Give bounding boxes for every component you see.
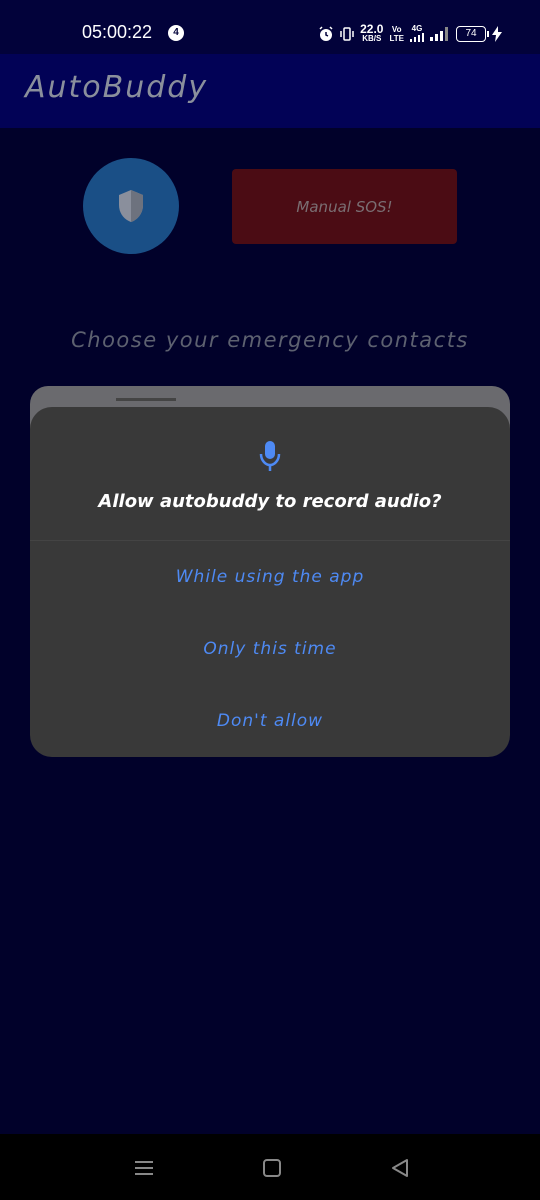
status-bar: 05:00:22 4 22.0 KB/S Vo LTE 4G 74 [0, 0, 540, 54]
back-icon[interactable] [388, 1156, 412, 1180]
volte-bottom: LTE [389, 34, 404, 43]
alarm-icon [319, 26, 333, 41]
only-this-time-button[interactable]: Only this time [30, 619, 510, 679]
dialog-title: Allow autobuddy to record audio? [98, 491, 442, 512]
shield-button[interactable] [83, 158, 179, 254]
vibrate-icon [340, 27, 354, 41]
while-using-app-button[interactable]: While using the app [30, 547, 510, 607]
shield-icon [119, 190, 143, 222]
dont-allow-button[interactable]: Don't allow [30, 691, 510, 751]
status-time: 05:00:22 [82, 22, 153, 42]
permission-dialog: Allow autobuddy to record audio? While u… [30, 407, 510, 757]
network-speed-unit: KB/S [362, 34, 382, 43]
contacts-card-placeholder [116, 398, 176, 401]
recent-apps-icon[interactable] [132, 1156, 156, 1180]
charging-bolt-icon [492, 26, 502, 42]
manual-sos-button[interactable]: Manual SOS! [232, 169, 457, 244]
notification-count-badge: 4 [168, 25, 184, 41]
microphone-icon [259, 441, 281, 471]
network-speed: 22.0 KB/S [360, 22, 384, 44]
contacts-heading: Choose your emergency contacts [71, 328, 469, 352]
signal-icon-1 [410, 33, 424, 42]
volte-top: Vo [391, 25, 402, 34]
signal-icon-2 [430, 27, 448, 41]
dialog-divider [30, 540, 510, 541]
app-bar: AutoBuddy [0, 54, 540, 128]
network-type-indicator: 4G [410, 24, 424, 44]
battery-level: 74 [465, 28, 477, 39]
app-title: AutoBuddy [25, 70, 209, 105]
volte-indicator: Vo LTE [389, 25, 404, 43]
home-icon[interactable] [260, 1156, 284, 1180]
network-type: 4G [411, 24, 423, 33]
status-icons: 22.0 KB/S Vo LTE 4G 74 [318, 20, 502, 48]
navigation-bar [0, 1134, 540, 1200]
battery-indicator: 74 [456, 26, 489, 42]
network-speed-value: 22.0 [360, 22, 384, 36]
